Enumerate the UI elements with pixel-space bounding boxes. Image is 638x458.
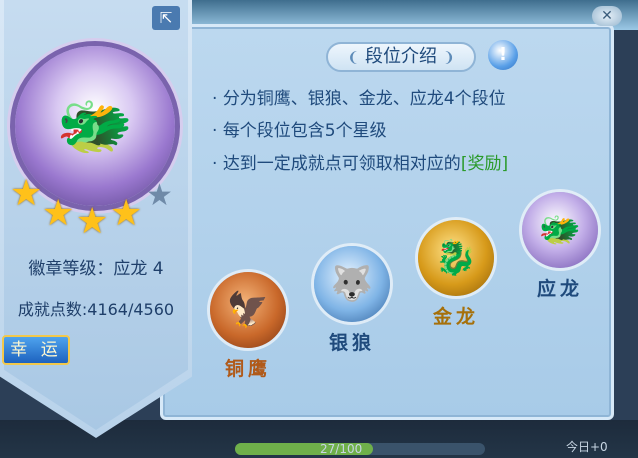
- star-filled-icon: ★: [42, 193, 75, 234]
- dragon-icon: 🐉: [418, 220, 494, 296]
- tier-ying-dragon[interactable]: 🐲 应龙: [520, 192, 600, 340]
- info-icon[interactable]: !: [488, 40, 518, 70]
- bottom-right-text: 今日+0: [566, 440, 608, 454]
- close-icon[interactable]: ✕: [592, 6, 622, 26]
- reward-link[interactable]: [奖励]: [461, 154, 508, 174]
- badge-level-text: 徽章等级：应龙 4: [28, 259, 164, 279]
- tier-label: 金龙: [432, 306, 479, 328]
- tier-bronze-eagle[interactable]: 🦅 铜鹰: [208, 272, 288, 420]
- title-deco-left-icon: ❨: [347, 50, 359, 66]
- ying-dragon-icon: 🐲: [522, 192, 598, 268]
- star-filled-icon: ★: [76, 201, 109, 242]
- star-empty-icon: ★: [146, 178, 173, 213]
- achievement-points-text: 成就点数:4164/4560: [17, 300, 175, 319]
- star-filled-icon: ★: [10, 173, 43, 214]
- luck-button[interactable]: 幸 运: [2, 335, 70, 365]
- ying-dragon-icon: 🐲: [56, 89, 134, 162]
- star-filled-icon: ★: [110, 193, 143, 234]
- desc-line-2: · 每个段位包含5个星级: [212, 121, 387, 141]
- tier-label: 银狼: [328, 332, 375, 354]
- eagle-icon: 🦅: [210, 272, 286, 348]
- tier-gold-dragon[interactable]: 🐉 金龙: [416, 220, 496, 368]
- title-deco-right-icon: ❩: [443, 50, 455, 66]
- tier-label: 应龙: [536, 278, 583, 300]
- share-icon[interactable]: ⇱: [152, 6, 180, 30]
- bottom-progress-text: 27/100: [320, 442, 363, 456]
- panel-title-text: 段位介绍: [365, 46, 437, 67]
- tier-label: 铜鹰: [224, 358, 271, 380]
- desc-line-3: · 达到一定成就点可领取相对应的[奖励]: [212, 154, 509, 174]
- panel-title: ❨ 段位介绍 ❩: [326, 42, 476, 72]
- wolf-icon: 🐺: [314, 246, 390, 322]
- tier-silver-wolf[interactable]: 🐺 银狼: [312, 246, 392, 394]
- desc-line-1: · 分为铜鹰、银狼、金龙、应龙4个段位: [212, 89, 506, 109]
